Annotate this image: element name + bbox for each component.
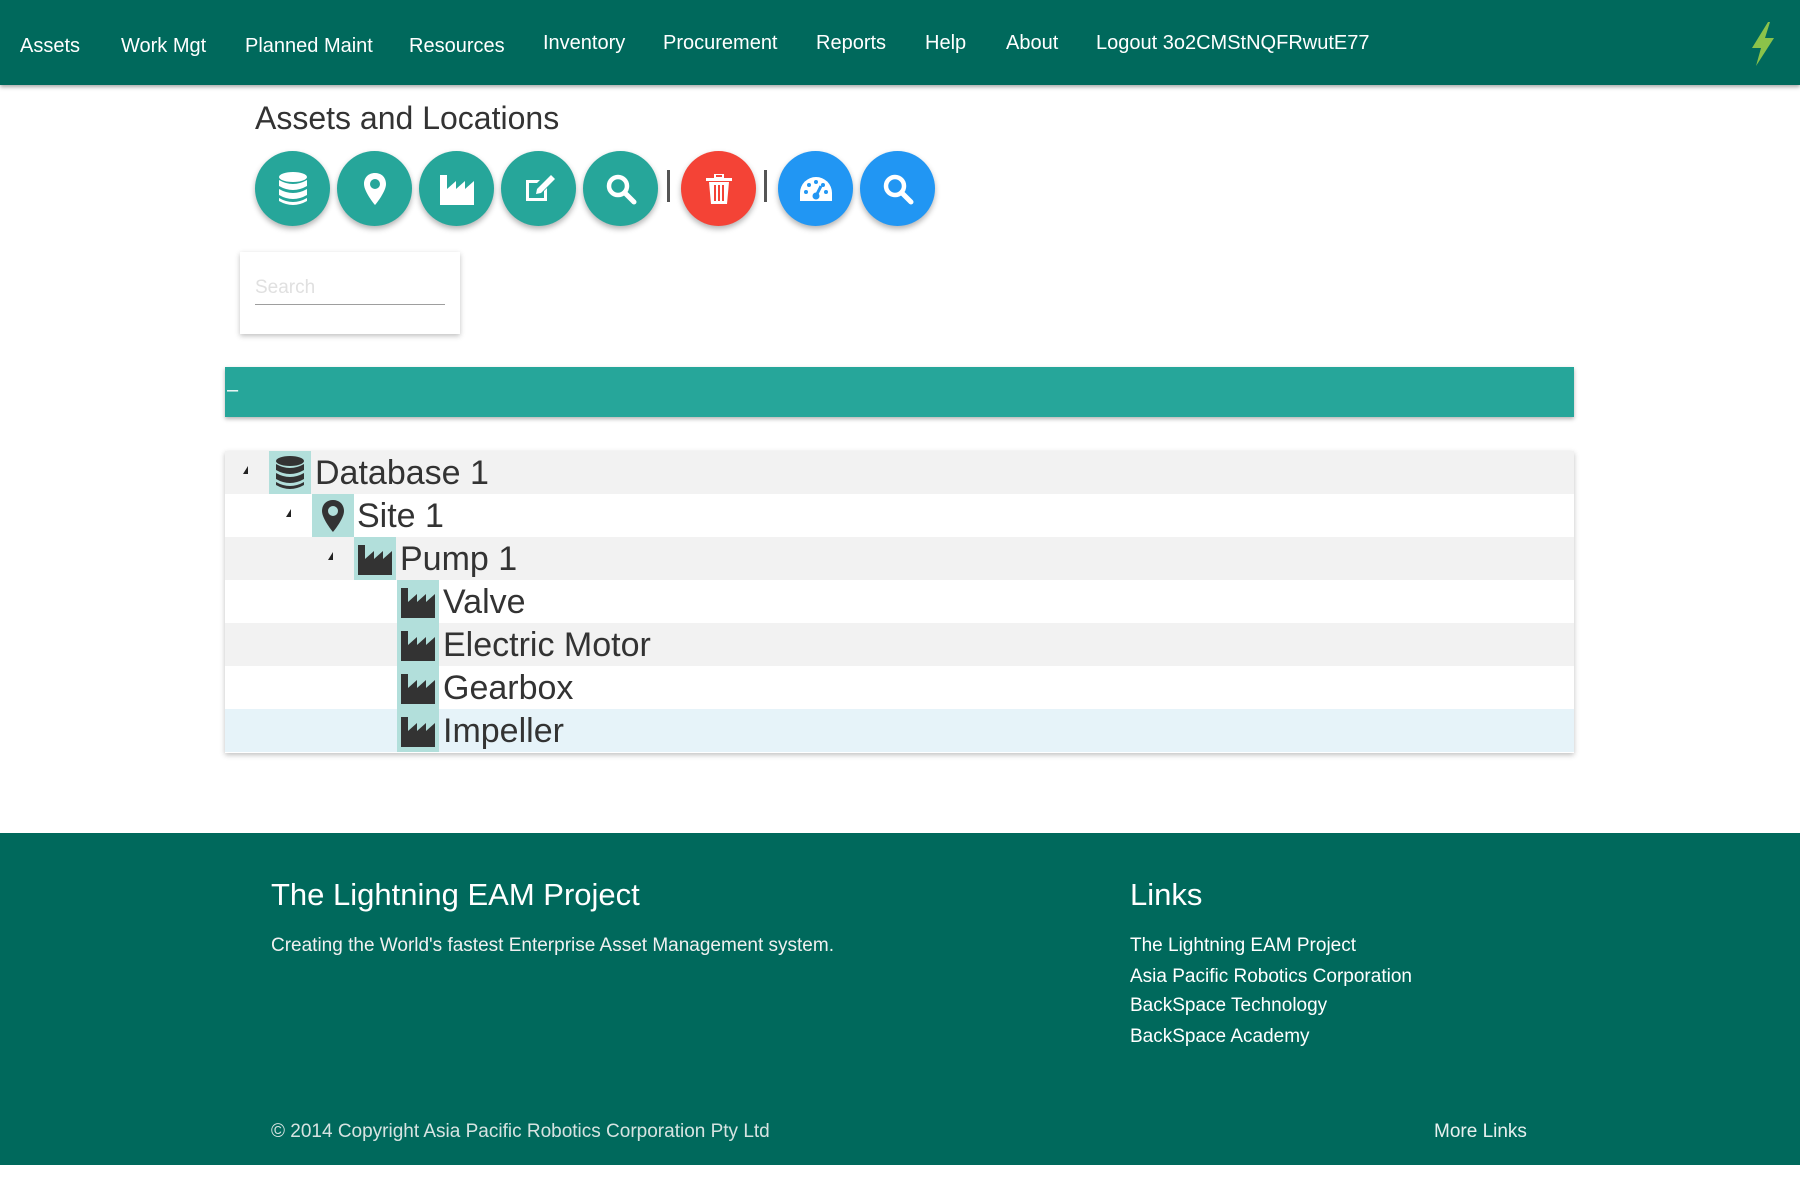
collapse-toggle-label: – [227,379,239,401]
nav-resources[interactable]: Resources [409,34,505,58]
dashboard-button[interactable] [778,151,853,226]
nav-planned-maint[interactable]: Planned Maint [245,34,373,58]
nav-assets[interactable]: Assets [20,34,80,58]
search-icon [606,174,636,204]
footer-title: The Lightning EAM Project [271,877,640,912]
industry-icon [397,623,439,666]
nav-logout[interactable]: Logout 3o2CMStNQFRwutE77 [1096,31,1369,55]
asset-button[interactable] [419,151,494,226]
expand-toggle-icon[interactable] [243,466,248,474]
footer-links-title: Links [1130,877,1203,912]
tree-node-site-1[interactable]: Site 1 [225,494,1574,537]
database-icon [278,171,307,205]
footer-link[interactable]: Asia Pacific Robotics Corporation [1130,966,1412,988]
search-icon [883,174,913,204]
toolbar-separator [764,170,767,202]
footer-link[interactable]: BackSpace Technology [1130,995,1327,1017]
industry-icon [397,709,439,752]
edit-button[interactable] [501,151,576,226]
expand-toggle-icon[interactable] [328,552,333,560]
map-marker-icon [312,494,354,537]
tree-node-valve[interactable]: Valve [225,580,1574,623]
dashboard-icon [799,176,832,201]
tree-node-pump-1[interactable]: Pump 1 [225,537,1574,580]
tree-node-label: Database 1 [315,454,489,492]
expand-toggle-icon[interactable] [286,509,291,517]
footer-link[interactable]: BackSpace Academy [1130,1026,1310,1048]
tree-node-label: Electric Motor [443,626,651,664]
nav-reports[interactable]: Reports [816,31,886,55]
tree-node-gearbox[interactable]: Gearbox [225,666,1574,709]
edit-icon [525,174,555,201]
trash-icon [705,173,732,204]
database-icon [269,451,311,494]
nav-inventory[interactable]: Inventory [543,31,625,55]
database-button[interactable] [255,151,330,226]
industry-icon [354,537,396,580]
search-input[interactable] [255,272,445,305]
lightning-bolt-icon[interactable] [1748,22,1778,66]
tree-node-label: Gearbox [443,669,574,707]
industry-icon [397,580,439,623]
top-navbar: Assets Work Mgt Planned Maint Resources … [0,0,1800,85]
tree-node-electric-motor[interactable]: Electric Motor [225,623,1574,666]
nav-about[interactable]: About [1006,31,1058,55]
tree-node-label: Valve [443,583,526,621]
page-title: Assets and Locations [255,100,560,136]
delete-button[interactable] [681,151,756,226]
location-button[interactable] [337,151,412,226]
toolbar-separator [667,170,670,202]
footer: The Lightning EAM Project Creating the W… [0,833,1800,1165]
tree-node-label: Site 1 [357,497,444,535]
search-button[interactable] [583,151,658,226]
more-links[interactable]: More Links [1434,1121,1527,1143]
nav-help[interactable]: Help [925,31,966,55]
footer-link[interactable]: The Lightning EAM Project [1130,935,1356,957]
map-marker-icon [363,172,386,205]
search-card [240,252,460,334]
tree-node-database-1[interactable]: Database 1 [225,451,1574,494]
asset-tree: Database 1 Site 1 Pump 1 Valve Electric … [225,451,1574,753]
tree-node-label: Impeller [443,712,564,750]
collapsible-header[interactable]: – [225,367,1574,417]
tree-node-impeller[interactable]: Impeller [225,709,1574,752]
tree-node-label: Pump 1 [400,540,518,578]
industry-icon [439,174,474,205]
footer-tagline: Creating the World's fastest Enterprise … [271,935,834,956]
footer-copyright: © 2014 Copyright Asia Pacific Robotics C… [271,1121,770,1142]
nav-procurement[interactable]: Procurement [663,31,778,55]
advanced-search-button[interactable] [860,151,935,226]
nav-work-mgt[interactable]: Work Mgt [121,34,206,58]
industry-icon [397,666,439,709]
